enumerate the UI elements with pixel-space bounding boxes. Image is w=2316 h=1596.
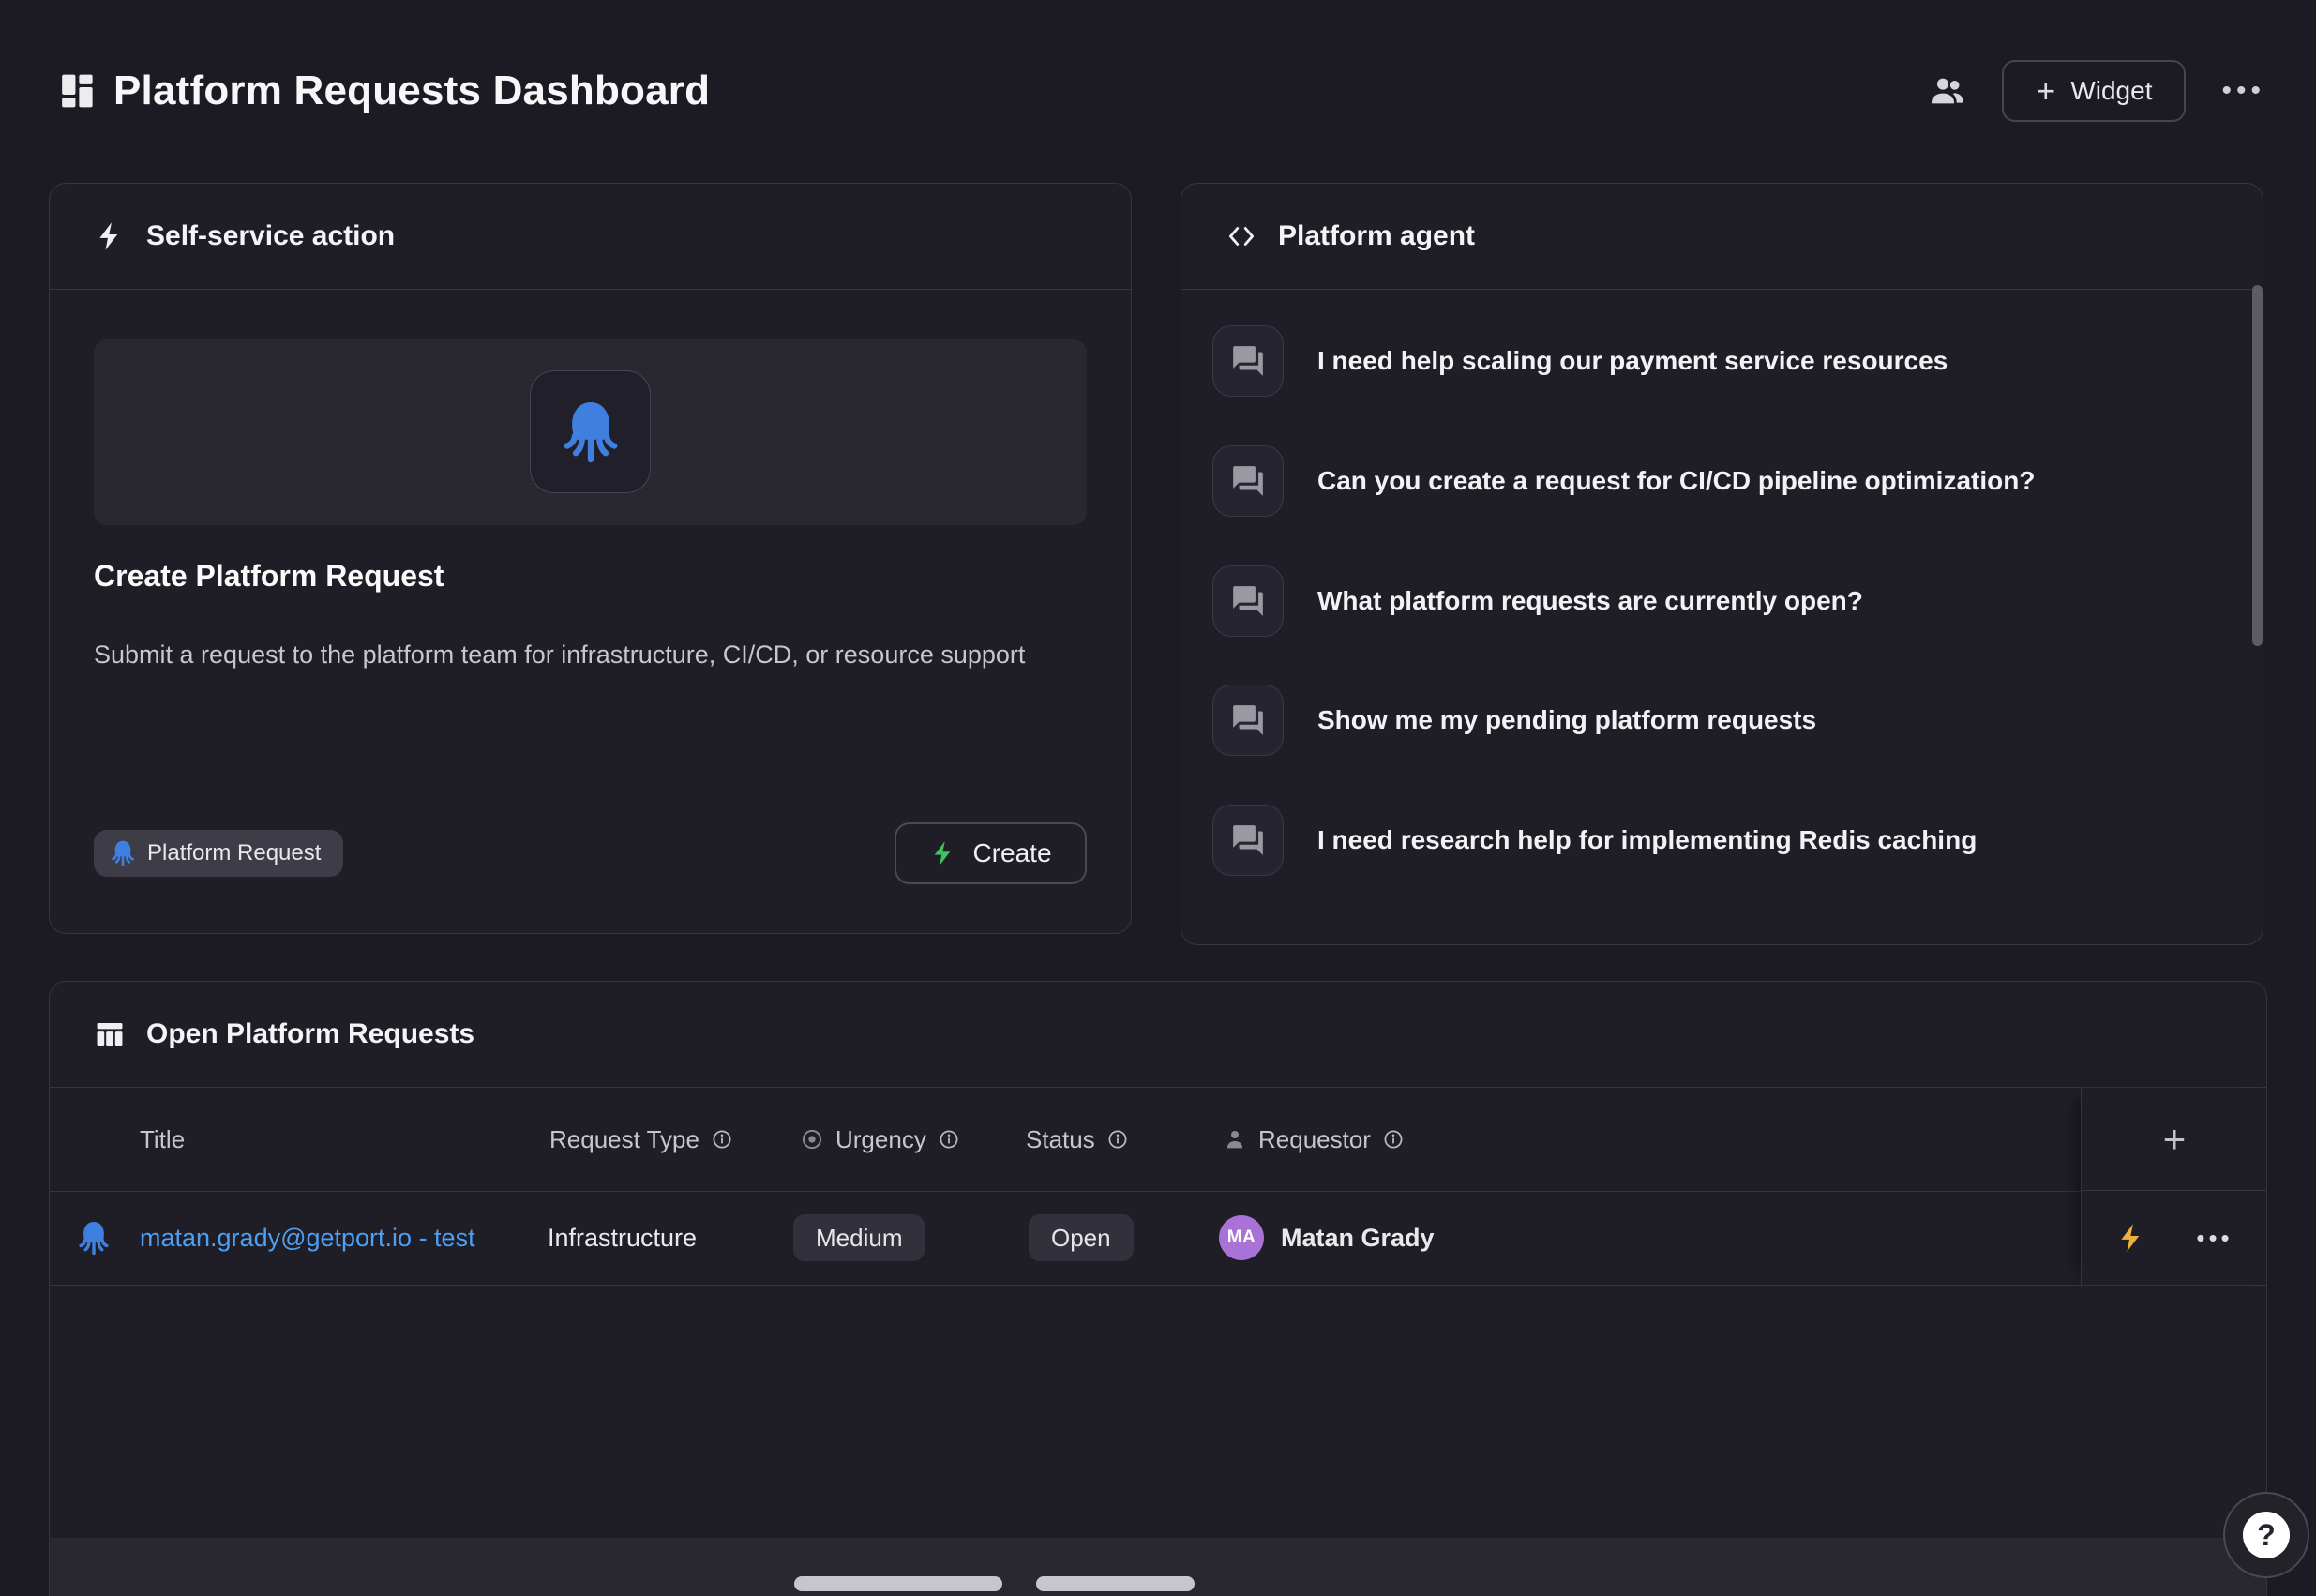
platform-agent-card-title: Platform agent <box>1278 220 1475 252</box>
agent-list-scrollbar[interactable] <box>2252 285 2263 646</box>
column-header-title[interactable]: Title <box>140 1088 185 1191</box>
chat-icon <box>1230 702 1266 738</box>
create-button[interactable]: Create <box>895 822 1087 884</box>
create-button-label: Create <box>972 838 1051 868</box>
chat-bubble-tile <box>1212 565 1284 637</box>
radio-icon <box>800 1127 824 1152</box>
row-urgency-cell: Medium <box>793 1191 925 1285</box>
open-platform-requests-card: Open Platform Requests Title Request Typ… <box>49 981 2267 1596</box>
row-more-menu-button[interactable]: ••• <box>2192 1220 2236 1257</box>
agent-suggestion-item[interactable]: What platform requests are currently ope… <box>1212 565 1863 637</box>
row-request-type-cell: Infrastructure <box>548 1191 697 1285</box>
row-status-cell: Open <box>1029 1191 1134 1285</box>
platform-agent-card: Platform agent I need help scaling our p… <box>1181 183 2263 945</box>
self-service-action-card: Self-service action Create Platform Requ… <box>49 183 1132 934</box>
ellipsis-icon: ••• <box>2196 1224 2233 1252</box>
column-header-urgency[interactable]: Urgency <box>800 1088 960 1191</box>
table-header-row: Title Request Type Urgency Status Reques… <box>50 1088 2266 1192</box>
chat-icon <box>1230 343 1266 379</box>
column-header-request-type[interactable]: Request Type <box>549 1088 733 1191</box>
table-icon <box>94 1018 126 1050</box>
actions-column-header: + <box>2082 1088 2267 1191</box>
requestor-avatar: MA <box>1219 1215 1264 1260</box>
blueprint-chip-label: Platform Request <box>147 840 321 866</box>
table-footer-strip <box>50 1538 2266 1596</box>
row-actions-cell: ••• <box>2082 1191 2267 1285</box>
add-widget-button[interactable]: + Widget <box>2002 60 2186 122</box>
self-service-card-header: Self-service action <box>50 184 1131 290</box>
agent-suggestion-item[interactable]: Show me my pending platform requests <box>1212 685 1816 756</box>
column-header-status[interactable]: Status <box>1026 1088 1129 1191</box>
bolt-icon <box>94 220 126 252</box>
platform-agent-card-header: Platform agent <box>1181 184 2263 290</box>
table-row: matan.grady@getport.io - test Infrastruc… <box>50 1191 2266 1286</box>
plus-icon: + <box>2036 74 2055 108</box>
port-squid-icon <box>78 1220 110 1257</box>
chat-bubble-tile <box>1212 685 1284 756</box>
action-hero-panel <box>94 339 1087 525</box>
agent-suggestion-item[interactable]: I need research help for implementing Re… <box>1212 805 1977 876</box>
port-squid-icon <box>562 399 620 465</box>
dashboard-root: Platform Requests Dashboard + Widget •••… <box>0 0 2316 1596</box>
add-column-button[interactable]: + <box>2154 1120 2196 1159</box>
info-icon[interactable] <box>938 1128 960 1151</box>
code-icon <box>1226 220 1257 252</box>
dashboard-grid-icon <box>59 71 95 111</box>
action-description: Submit a request to the platform team fo… <box>94 636 1050 674</box>
requestor-name: Matan Grady <box>1281 1224 1435 1253</box>
row-title-link[interactable]: matan.grady@getport.io - test <box>140 1224 475 1253</box>
users-icon <box>1929 72 1966 110</box>
horizontal-scrollbar-thumb[interactable] <box>1036 1576 1195 1591</box>
chat-bubble-tile <box>1212 325 1284 397</box>
agent-suggestion-label: I need help scaling our payment service … <box>1317 346 1948 376</box>
action-title: Create Platform Request <box>94 559 444 594</box>
info-icon[interactable] <box>1106 1128 1129 1151</box>
chat-bubble-tile <box>1212 445 1284 517</box>
ellipsis-icon: ••• <box>2221 75 2265 106</box>
column-header-requestor[interactable]: Requestor <box>1223 1088 1405 1191</box>
table-card-title: Open Platform Requests <box>146 1018 474 1050</box>
status-badge: Open <box>1029 1214 1134 1261</box>
bolt-icon <box>2115 1222 2147 1254</box>
row-entity-icon-cell <box>78 1191 110 1285</box>
port-squid-icon <box>111 839 135 867</box>
chat-icon <box>1230 822 1266 858</box>
bolt-icon <box>929 839 957 867</box>
info-icon[interactable] <box>1382 1128 1405 1151</box>
help-button[interactable]: ? <box>2223 1492 2309 1578</box>
share-users-button[interactable] <box>1927 70 1968 112</box>
plus-icon: + <box>2163 1117 2187 1161</box>
info-icon[interactable] <box>711 1128 733 1151</box>
agent-suggestion-label: Can you create a request for CI/CD pipel… <box>1317 466 2035 496</box>
run-action-button[interactable] <box>2112 1218 2151 1257</box>
header-actions: + Widget ••• <box>1927 60 2267 122</box>
row-title-cell: matan.grady@getport.io - test <box>140 1191 475 1285</box>
agent-suggestion-item[interactable]: I need help scaling our payment service … <box>1212 325 1948 397</box>
self-service-card-title: Self-service action <box>146 220 395 252</box>
add-widget-label: Widget <box>2070 76 2152 106</box>
agent-suggestion-label: I need research help for implementing Re… <box>1317 825 1977 855</box>
chat-icon <box>1230 583 1266 619</box>
page-more-menu-button[interactable]: ••• <box>2219 69 2267 113</box>
chat-bubble-tile <box>1212 805 1284 876</box>
urgency-badge: Medium <box>793 1214 925 1261</box>
agent-suggestion-label: Show me my pending platform requests <box>1317 705 1816 735</box>
agent-suggestion-item[interactable]: Can you create a request for CI/CD pipel… <box>1212 445 2035 517</box>
page-title: Platform Requests Dashboard <box>113 68 710 114</box>
agent-suggestion-label: What platform requests are currently ope… <box>1317 586 1863 616</box>
page-header: Platform Requests Dashboard + Widget ••• <box>59 54 2267 128</box>
question-mark-icon: ? <box>2243 1512 2290 1558</box>
table-actions-column: + ••• <box>2081 1088 2267 1285</box>
row-requestor-cell: MA Matan Grady <box>1219 1191 1435 1285</box>
chat-icon <box>1230 463 1266 499</box>
horizontal-scrollbar-thumb[interactable] <box>794 1576 1002 1591</box>
person-icon <box>1223 1127 1247 1152</box>
blueprint-chip-platform-request[interactable]: Platform Request <box>94 830 343 877</box>
table-card-header: Open Platform Requests <box>50 982 2266 1088</box>
action-logo-tile <box>530 370 651 493</box>
